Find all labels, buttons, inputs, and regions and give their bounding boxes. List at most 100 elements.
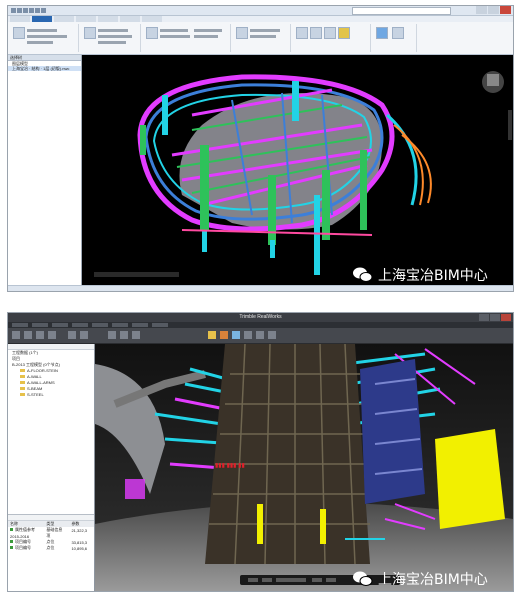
close-button[interactable] [500,6,511,14]
tool-icon[interactable] [132,331,140,339]
menu-item[interactable] [132,323,148,327]
folder-icon [20,369,25,373]
nav-button[interactable] [312,578,322,582]
close-button[interactable] [501,314,511,321]
hide-button[interactable] [146,27,158,39]
select-button[interactable] [84,27,96,39]
status-icon [10,528,13,531]
app-title: Trimble RealWorks [239,314,282,320]
tree-item[interactable]: S-STEEL [8,392,94,398]
tool-icon[interactable] [120,331,128,339]
tool-icon[interactable] [268,331,276,339]
nav-slider[interactable] [276,578,306,582]
tool-icon[interactable] [80,331,88,339]
tool-icon[interactable] [24,331,32,339]
menu-item[interactable] [52,323,68,327]
tree-item-label: S-STEEL [27,392,44,397]
folder-icon [20,387,25,391]
clash-detective-button[interactable] [296,27,308,39]
toolbar [8,328,513,344]
realworks-screenshot: Trimble RealWorks 工程数据 (1个) 项目 B-2013 工程… [7,312,514,592]
table-row[interactable]: 项目编号 点位 10,895,6 [8,545,94,551]
properties-table: 名称 类型 参数 属性值参考 基础信息 21,322,3 2015-2016 项… [8,521,94,551]
quantification-button[interactable] [324,27,336,39]
watermark-text: 上海宝冶BIM中心 [378,268,488,284]
tool-icon[interactable] [36,331,44,339]
properties-panel: 名称 类型 参数 属性值参考 基础信息 21,322,3 2015-2016 项… [8,514,94,591]
wechat-icon [352,264,374,285]
ribbon-group-select [80,24,141,52]
window-controls[interactable] [475,6,511,14]
tool-icon[interactable] [12,331,20,339]
ribbon-group-appearance [372,24,417,52]
tool-icon[interactable] [48,331,56,339]
project-tree-panel: 工程数据 (1个) 项目 B-2013 工程模型 (0个节点) A-FLOOR-… [8,344,95,591]
folder-icon [20,393,25,397]
folder-icon [20,381,25,385]
tree-item-label: A-WALL-ARMS [27,380,55,385]
title-bar: Trimble RealWorks [8,313,513,322]
point-cloud-viewport[interactable]: ▮▮▮ ▮▮▮ ▮▮ 上海宝冶BIM中心 [95,344,513,591]
structure-model-render [137,71,512,275]
ribbon [8,22,513,55]
window-controls[interactable] [478,314,511,321]
appearance-button[interactable] [376,27,388,39]
tool-icon[interactable] [68,331,76,339]
datatools-button[interactable] [338,27,350,39]
menu-item[interactable] [152,323,168,327]
watermark-text: 上海宝冶BIM中心 [378,572,488,588]
menu-item[interactable] [112,323,128,327]
table-cell: 10,895,6 [71,545,88,551]
wechat-watermark: 上海宝冶BIM中心 [352,264,488,285]
title-bar [8,6,513,16]
table-cell: 点位 [46,545,55,550]
tool-icon[interactable] [232,331,240,339]
tool-icon[interactable] [244,331,252,339]
status-bar [8,285,513,291]
minimize-button[interactable] [476,6,487,14]
ribbon-group-tools [292,24,371,52]
cell-text: 项目编号 [15,545,31,550]
tool-icon[interactable] [108,331,116,339]
nav-button[interactable] [326,578,336,582]
tool-icon[interactable] [208,331,216,339]
menu-item[interactable] [92,323,108,327]
search-input[interactable] [352,7,451,15]
minimize-button[interactable] [479,314,489,321]
ribbon-group-visibility [142,24,231,52]
nav-button[interactable] [248,578,258,582]
tree-item-label: A-FLOOR-STEIN [27,368,58,373]
project-tree: 工程数据 (1个) 项目 B-2013 工程模型 (0个节点) A-FLOOR-… [8,350,94,398]
status-icon [10,546,13,549]
menu-item[interactable] [12,323,28,327]
point-cloud-render: ▮▮▮ ▮▮▮ ▮▮ [95,344,513,591]
folder-icon [20,375,25,379]
menu-item[interactable] [32,323,48,327]
cell-text: 项目编号 [15,539,31,544]
table-row[interactable]: 属性值参考 基础信息 21,322,3 [8,527,94,533]
navisworks-screenshot: 选择树 图层模型 上海宝冶 · 结构 · 1层 (初版).nwc 上海宝冶BIM… [7,5,514,292]
wechat-watermark: 上海宝冶BIM中心 [352,568,488,590]
tree-item-label: S-BEAM [27,386,43,391]
viewport-status [94,272,179,277]
tool-icon[interactable] [220,331,228,339]
quick-access-toolbar[interactable] [11,8,61,13]
tree-item[interactable]: 上海宝冶 · 结构 · 1层 (初版).nwc [8,66,81,71]
batch-utility-button[interactable] [392,27,404,39]
ribbon-group-display [232,24,291,52]
properties-button[interactable] [236,27,248,39]
tree-item-label: A-WALL [27,374,42,379]
timeliner-button[interactable] [310,27,322,39]
maximize-button[interactable] [490,314,500,321]
ribbon-group-project [10,24,79,52]
nav-button[interactable] [262,578,272,582]
menu-item[interactable] [72,323,88,327]
cell-text: 属性值参考 [15,527,35,532]
append-button[interactable] [13,27,25,39]
status-icon [10,540,13,543]
selection-tree-panel: 选择树 图层模型 上海宝冶 · 结构 · 1层 (初版).nwc [8,55,82,291]
maximize-button[interactable] [488,6,499,14]
wechat-icon [352,568,374,590]
3d-viewport[interactable]: 上海宝冶BIM中心 [82,55,513,285]
tool-icon[interactable] [256,331,264,339]
